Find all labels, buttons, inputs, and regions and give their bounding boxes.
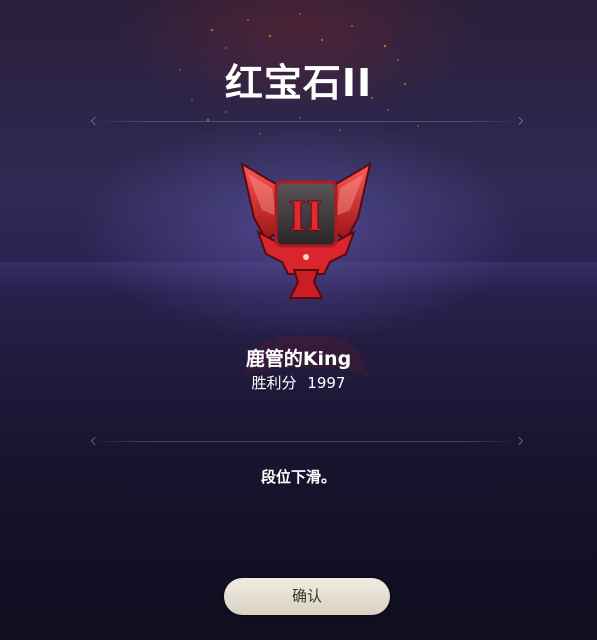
top-divider xyxy=(92,121,522,122)
rank-change-message: 段位下滑。 xyxy=(260,468,336,486)
tier-numeral: II xyxy=(289,191,323,240)
ruby-rank-emblem-icon: II xyxy=(240,161,372,299)
victory-score: 胜利分 1997 xyxy=(0,372,597,393)
victory-score-value: 1997 xyxy=(307,374,346,392)
confirm-button[interactable]: 确认 xyxy=(224,578,390,615)
bottom-divider xyxy=(92,441,522,442)
player-name: 鹿管的King xyxy=(245,348,352,370)
rank-title: 红宝石II xyxy=(224,61,373,105)
victory-score-label: 胜利分 xyxy=(251,374,297,392)
